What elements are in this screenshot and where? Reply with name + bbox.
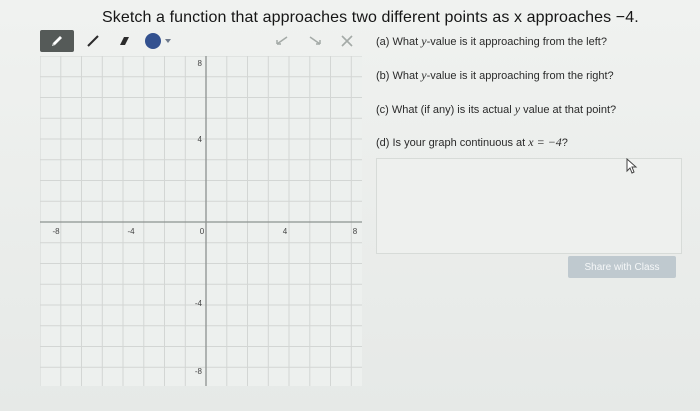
x-tick-neg4: -4 — [127, 227, 135, 236]
question-d-expr: x = −4 — [528, 135, 562, 149]
undo-icon — [276, 36, 288, 45]
mouse-cursor-icon — [626, 158, 638, 174]
share-with-class-button[interactable]: Share with Class — [568, 256, 676, 278]
y-tick-neg4: -4 — [195, 299, 203, 308]
line-tool-button[interactable] — [82, 31, 104, 51]
question-d: (d) Is your graph continuous at x = −4? — [376, 135, 568, 150]
prompt-title: Sketch a function that approaches two di… — [102, 9, 639, 26]
line-icon — [87, 35, 99, 47]
color-picker-button[interactable] — [143, 31, 175, 51]
graph-svg[interactable]: -8 -4 0 4 8 8 4 -4 -8 — [39, 55, 373, 389]
y-tick-8: 8 — [198, 59, 203, 68]
eraser-tool-button[interactable] — [113, 31, 135, 51]
clear-button[interactable] — [337, 31, 357, 51]
question-b-label: (b) What — [376, 70, 419, 82]
pencil-tool-button[interactable] — [40, 30, 74, 52]
pencil-icon — [52, 36, 62, 46]
redo-icon — [309, 36, 321, 45]
y-tick-neg8: -8 — [195, 367, 203, 376]
question-c-text: (c) What (if any) is its actual — [376, 104, 512, 116]
x-tick-4: 4 — [283, 227, 288, 236]
question-c-var: y — [514, 102, 521, 116]
eraser-icon — [120, 37, 129, 45]
question-b-rest: -value is it approaching from the right? — [426, 70, 614, 82]
question-a: (a) What y-value is it approaching from … — [376, 34, 607, 49]
question-c-rest: value at that point? — [523, 104, 617, 116]
redo-button[interactable] — [306, 32, 324, 50]
question-d-mark: ? — [561, 137, 568, 149]
question-b: (b) What y-value is it approaching from … — [376, 68, 614, 83]
clear-icon — [341, 35, 353, 47]
question-c: (c) What (if any) is its actual y value … — [376, 102, 616, 117]
drawing-toolbar — [0, 30, 365, 54]
question-d-text: (d) Is your graph continuous at — [376, 137, 526, 149]
graph-canvas[interactable]: -8 -4 0 4 8 8 4 -4 -8 — [39, 55, 373, 389]
x-tick-0: 0 — [200, 227, 205, 236]
undo-button[interactable] — [273, 32, 291, 50]
x-tick-neg8: -8 — [52, 227, 60, 236]
y-tick-4: 4 — [198, 135, 203, 144]
worksheet-screen: Sketch a function that approaches two di… — [0, 0, 700, 411]
question-a-label: (a) What — [376, 36, 419, 48]
x-tick-8: 8 — [353, 227, 358, 236]
color-picker-icon — [145, 33, 171, 49]
graph-background — [40, 56, 362, 386]
question-a-rest: -value is it approaching from the left? — [426, 36, 607, 48]
